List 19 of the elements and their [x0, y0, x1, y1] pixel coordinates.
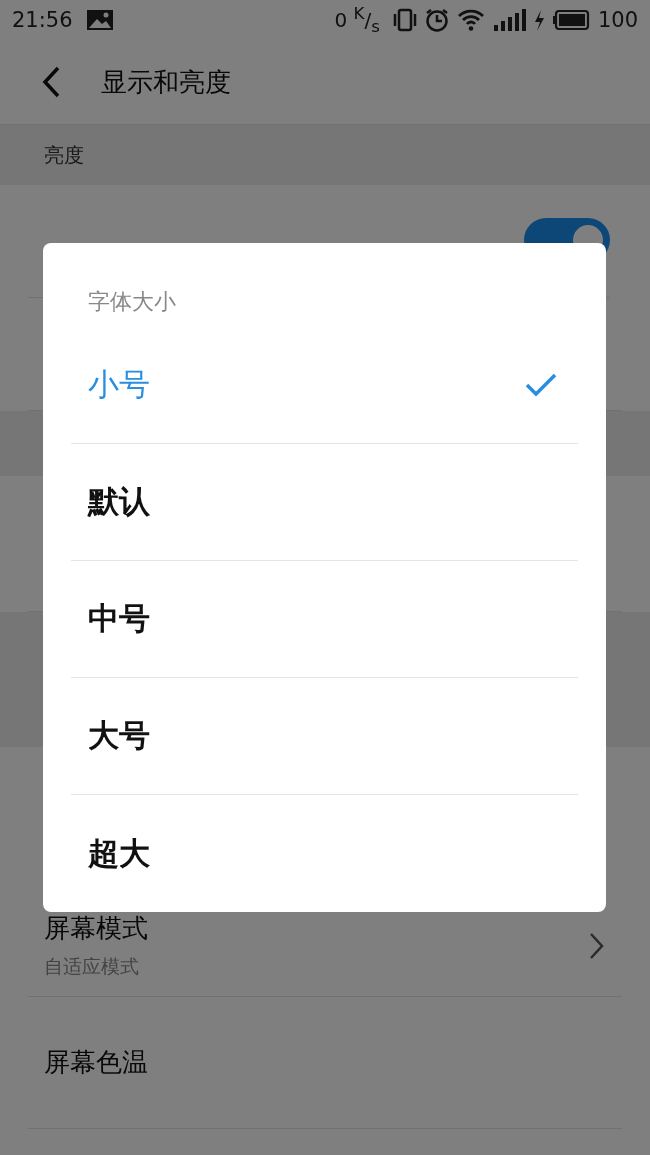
- network-speed: 0 $^{K}$/$_{s}$: [334, 4, 380, 36]
- font-size-option[interactable]: 默认: [71, 444, 578, 561]
- battery-icon: [551, 7, 592, 33]
- font-size-option[interactable]: 中号: [71, 561, 578, 678]
- dialog-title: 字体大小: [87, 288, 177, 316]
- section-title: 亮度: [44, 141, 84, 169]
- page-title: 显示和亮度: [101, 65, 231, 99]
- battery-level: 100: [597, 8, 638, 32]
- font-size-option[interactable]: 大号: [71, 678, 578, 795]
- setting-title: 屏幕色温: [44, 1046, 148, 1079]
- alarm-icon: [423, 7, 450, 33]
- font-size-option[interactable]: 超大: [71, 795, 578, 912]
- image-icon: [84, 7, 115, 33]
- vibrate-icon: [391, 7, 418, 33]
- setting-title: 屏幕模式: [44, 912, 148, 945]
- signal-icon: [491, 7, 526, 33]
- status-time: 21:56: [12, 8, 73, 32]
- setting-subtitle: 自适应模式: [44, 954, 140, 979]
- checkmark-icon: [524, 372, 558, 398]
